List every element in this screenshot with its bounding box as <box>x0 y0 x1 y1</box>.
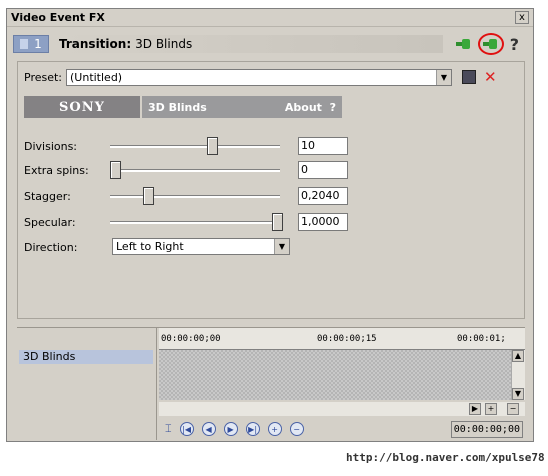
slider-thumb[interactable] <box>143 187 155 205</box>
preset-value: (Untitled) <box>70 70 123 84</box>
plugin-name: 3D Blinds <box>148 100 207 114</box>
preset-select[interactable]: (Untitled) ▼ <box>66 68 452 86</box>
sony-logo: SONY <box>24 96 140 118</box>
fx-header: 1 Transition: 3D Blinds ? <box>13 33 525 55</box>
ruler-tick: 00:00:01; <box>457 334 506 344</box>
chain-number-badge[interactable]: 1 <box>13 35 49 53</box>
param-extra-spins: Extra spins: 0 <box>24 160 514 180</box>
sync-cursor-icon[interactable]: ⌶ <box>165 422 172 436</box>
keyframe-toolbar: ⌶ |◀ ◀ ▶ ▶| + − 00:00:00;00 <box>159 418 525 440</box>
param-label: Specular: <box>24 215 76 229</box>
time-ruler[interactable]: 00:00:00;00 00:00:00;15 00:00:01; <box>159 328 525 350</box>
direction-label: Direction: <box>24 240 78 254</box>
transition-title: Transition: 3D Blinds <box>55 35 443 53</box>
slider-track[interactable] <box>110 195 280 198</box>
direction-value: Left to Right <box>116 240 184 253</box>
vertical-scrollbar[interactable]: ▲ ▼ <box>511 350 525 400</box>
about-question: ? <box>329 100 336 114</box>
video-event-fx-window: Video Event FX x 1 Transition: 3D Blinds… <box>6 8 534 442</box>
preset-row: Preset: (Untitled) ▼ ✕ <box>24 68 514 86</box>
transition-name: 3D Blinds <box>135 37 193 51</box>
timecode-display[interactable]: 00:00:00;00 <box>451 421 523 438</box>
param-label: Stagger: <box>24 189 71 203</box>
watermark-url: http://blog.naver.com/xpulse78 <box>346 451 545 464</box>
ruler-tick: 00:00:00;15 <box>317 334 377 344</box>
prev-keyframe-icon[interactable]: ◀ <box>201 422 216 436</box>
chain-icon <box>20 39 29 49</box>
delete-preset-icon[interactable]: ✕ <box>484 68 497 86</box>
last-keyframe-icon[interactable]: ▶| <box>245 422 260 436</box>
about-label: About <box>284 100 322 114</box>
param-stagger: Stagger: 0,2040 <box>24 186 514 206</box>
chevron-down-icon[interactable]: ▼ <box>436 69 451 85</box>
chevron-down-icon[interactable]: ▼ <box>274 239 289 254</box>
param-value-field[interactable]: 0 <box>298 161 348 179</box>
fx-list: 3D Blinds <box>17 328 157 440</box>
param-direction: Direction: Left to Right ▼ <box>24 237 514 257</box>
zoom-in-icon[interactable]: + <box>485 403 497 415</box>
transition-prefix: Transition: <box>59 37 132 51</box>
keyframe-area: 3D Blinds 00:00:00;00 00:00:00;15 00:00:… <box>17 327 525 440</box>
plugin-chain-icon[interactable] <box>455 38 472 50</box>
zoom-out-icon[interactable]: − <box>507 403 519 415</box>
window-title: Video Event FX <box>11 11 105 24</box>
slider-track[interactable] <box>110 145 280 148</box>
param-value-field[interactable]: 1,0000 <box>298 213 348 231</box>
slider-thumb[interactable] <box>110 161 121 179</box>
scroll-right-icon[interactable]: ▶ <box>469 403 481 415</box>
horizontal-scrollbar[interactable]: ▶ + − <box>159 402 525 416</box>
param-specular: Specular: 1,0000 <box>24 212 514 232</box>
header-icons: ? <box>455 33 519 55</box>
scroll-down-icon[interactable]: ▼ <box>512 388 524 400</box>
keyframe-timeline: 00:00:00;00 00:00:00;15 00:00:01; ▲ ▼ ▶ … <box>159 328 525 440</box>
plugin-banner: SONY 3D Blinds About ? <box>24 96 342 118</box>
help-icon[interactable]: ? <box>510 35 519 54</box>
slider-track[interactable] <box>110 169 280 172</box>
delete-keyframe-icon[interactable]: − <box>289 422 304 436</box>
slider-track[interactable] <box>110 221 280 224</box>
ruler-tick: 00:00:00;00 <box>161 334 221 344</box>
keyframe-track[interactable] <box>159 350 511 400</box>
chain-number: 1 <box>34 37 42 51</box>
preset-label: Preset: <box>24 70 63 84</box>
slider-thumb[interactable] <box>272 213 283 231</box>
add-keyframe-icon[interactable]: + <box>267 422 282 436</box>
fx-list-item[interactable]: 3D Blinds <box>19 350 153 364</box>
first-keyframe-icon[interactable]: |◀ <box>179 422 194 436</box>
plugin-name-bar: 3D Blinds About ? <box>142 96 342 118</box>
direction-select[interactable]: Left to Right ▼ <box>112 238 290 255</box>
param-value-field[interactable]: 10 <box>298 137 348 155</box>
param-label: Extra spins: <box>24 163 89 177</box>
fx-parameters-panel: Preset: (Untitled) ▼ ✕ SONY 3D Blinds Ab… <box>17 61 525 319</box>
scroll-up-icon[interactable]: ▲ <box>512 350 524 362</box>
close-button[interactable]: x <box>515 11 529 24</box>
title-bar[interactable]: Video Event FX x <box>7 9 533 27</box>
add-plugin-icon[interactable] <box>482 38 499 50</box>
param-label: Divisions: <box>24 139 78 153</box>
add-plugin-highlight <box>477 33 504 55</box>
about-link[interactable]: About ? <box>285 101 336 114</box>
slider-thumb[interactable] <box>207 137 219 155</box>
next-keyframe-icon[interactable]: ▶ <box>223 422 238 436</box>
save-preset-icon[interactable] <box>462 70 476 84</box>
param-divisions: Divisions: 10 <box>24 136 514 156</box>
param-value-field[interactable]: 0,2040 <box>298 187 348 205</box>
